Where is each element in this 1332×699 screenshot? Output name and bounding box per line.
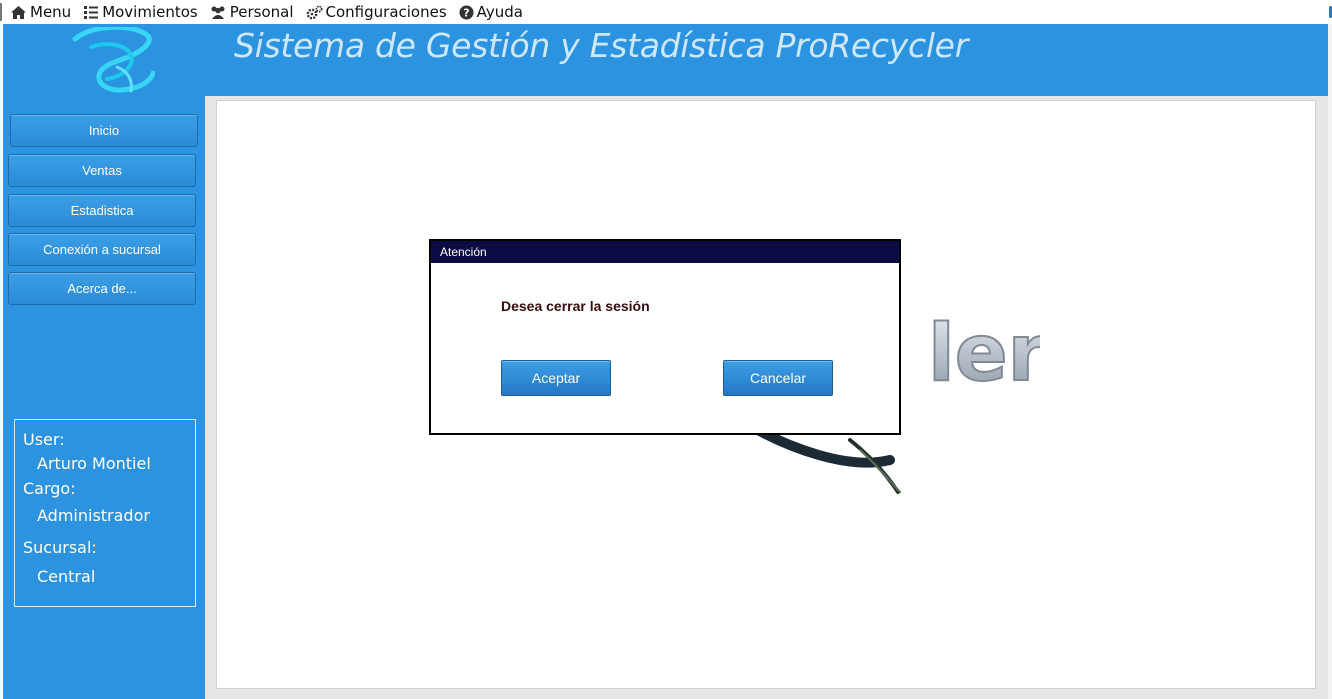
sidebar-item-label: Ventas — [82, 163, 122, 178]
user-label: User: — [23, 430, 65, 449]
user-info-panel: User: Arturo Montiel Cargo: Administrado… — [14, 419, 196, 607]
window-edge — [0, 3, 2, 21]
sidebar: Inicio Ventas Estadistica Conexión a suc… — [3, 96, 205, 699]
accept-button-label: Aceptar — [531, 370, 581, 386]
list-icon — [84, 5, 99, 19]
home-icon — [11, 5, 26, 19]
gears-icon — [306, 5, 323, 19]
menu-item-label: Menu — [30, 3, 72, 21]
menu-item-movimientos[interactable]: Movimientos — [83, 0, 198, 24]
window-edge — [1328, 24, 1332, 699]
dialog-titlebar[interactable]: Atención — [431, 241, 899, 263]
sidebar-item-label: Conexión a sucursal — [43, 242, 161, 257]
sidebar-item-label: Estadistica — [70, 203, 134, 218]
menu-item-label: Movimientos — [102, 3, 198, 21]
user-value: Arturo Montiel — [37, 454, 151, 473]
menu-item-label: Personal — [229, 3, 294, 21]
app-header: Sistema de Gestión y Estadística ProRecy… — [3, 24, 1328, 96]
menu-item-label: Configuraciones — [325, 3, 447, 21]
sidebar-item-inicio[interactable]: Inicio — [10, 114, 198, 147]
menu-item-label: Ayuda — [476, 3, 523, 21]
menu-item-configuraciones[interactable]: Configuraciones — [306, 0, 447, 24]
help-icon: ? — [459, 5, 474, 19]
sidebar-item-label: Acerca de... — [67, 281, 137, 296]
sidebar-item-acerca-de[interactable]: Acerca de... — [8, 272, 196, 305]
cargo-label: Cargo: — [23, 479, 76, 498]
accept-button[interactable]: Aceptar — [501, 360, 611, 396]
sucursal-value: Central — [37, 567, 96, 586]
sidebar-item-label: Inicio — [88, 123, 120, 138]
sidebar-item-ventas[interactable]: Ventas — [8, 154, 196, 187]
sucursal-label: Sucursal: — [23, 538, 97, 557]
svg-text:?: ? — [463, 6, 469, 19]
cargo-value: Administrador — [37, 506, 150, 525]
people-icon — [211, 6, 225, 19]
app-title: Sistema de Gestión y Estadística ProRecy… — [234, 26, 968, 65]
menu-item-ayuda[interactable]: ? Ayuda — [459, 0, 523, 24]
prorecycler-logo-icon — [72, 27, 155, 93]
sidebar-item-conexion-sucursal[interactable]: Conexión a sucursal — [8, 233, 196, 266]
background-logo-text: ler — [928, 309, 1040, 399]
cancel-button[interactable]: Cancelar — [723, 360, 833, 396]
cancel-button-label: Cancelar — [749, 370, 807, 386]
logout-dialog: Atención Desea cerrar la sesión Aceptar … — [429, 239, 901, 435]
dialog-message: Desea cerrar la sesión — [501, 298, 650, 314]
dialog-title: Atención — [440, 245, 487, 259]
sidebar-item-estadistica[interactable]: Estadistica — [8, 194, 196, 227]
menu-item-personal[interactable]: Personal — [210, 0, 294, 24]
menu-item-menu[interactable]: Menu — [10, 0, 71, 24]
menu-bar: Menu Movimientos Personal Configuracione… — [0, 0, 1332, 24]
